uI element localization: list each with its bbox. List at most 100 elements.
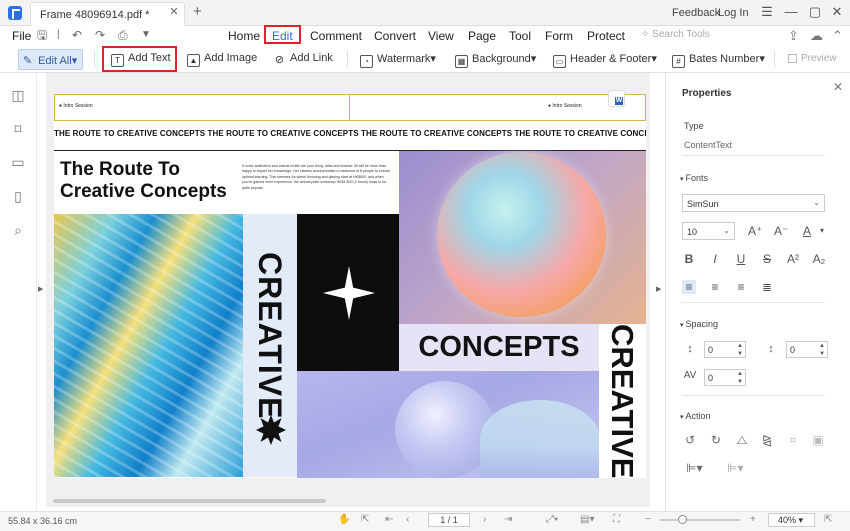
rotate-left-icon[interactable]: ↺ — [683, 433, 697, 447]
fit-page-icon[interactable]: ⤢▾ — [546, 514, 558, 525]
quick-access-dropdown-icon[interactable]: ▼ — [141, 28, 151, 42]
feedback-link[interactable]: Feedback — [672, 7, 720, 19]
menu-home[interactable]: Home — [228, 29, 260, 43]
bates-number-button[interactable]: # Bates Number▾ — [672, 52, 765, 68]
collapse-panel-icon[interactable]: ⇱ — [824, 514, 832, 525]
spacing-section-header[interactable]: Spacing — [680, 319, 718, 329]
maximize-icon[interactable]: ▢ — [808, 5, 822, 19]
previous-page-icon[interactable]: ‹ — [406, 514, 409, 525]
align-right-icon[interactable]: ≡ — [734, 280, 748, 294]
concepts-text[interactable]: CONCEPTS — [399, 324, 599, 371]
bold-icon[interactable]: B — [682, 252, 696, 266]
document-tab[interactable]: Frame 48096914.pdf * — [30, 2, 185, 26]
cloud-icon[interactable]: ☁ — [810, 28, 823, 44]
zoom-level-select[interactable]: 40% ▾ — [768, 513, 815, 527]
fonts-section-header[interactable]: Fonts — [680, 173, 708, 183]
horizontal-scrollbar[interactable] — [53, 499, 326, 503]
strikethrough-icon[interactable]: S — [760, 252, 774, 266]
stepper-arrows-icon[interactable]: ▲ ▼ — [737, 370, 743, 386]
bookmark-icon[interactable]: ⌑ — [10, 121, 26, 137]
increase-font-icon[interactable]: A⁺ — [748, 224, 762, 238]
italic-icon[interactable]: I — [708, 252, 722, 266]
menu-protect[interactable]: Protect — [587, 29, 625, 43]
line-spacing-stepper[interactable]: 0 ▲ ▼ — [704, 341, 746, 358]
add-link-button[interactable]: ⊘ Add Link — [273, 52, 333, 68]
menu-form[interactable]: Form — [545, 29, 573, 43]
marquee-text[interactable]: THE ROUTE TO CREATIVE CONCEPTS THE ROUTE… — [54, 129, 646, 143]
search-icon[interactable]: ⌕ — [10, 222, 26, 238]
preview-checkbox[interactable] — [788, 54, 797, 63]
menu-tool[interactable]: Tool — [509, 29, 531, 43]
menu-view[interactable]: View — [428, 29, 454, 43]
menu-page[interactable]: Page — [468, 29, 496, 43]
attachment-icon[interactable]: ▯ — [10, 188, 26, 204]
flip-horizontal-icon[interactable]: ⧍ — [735, 433, 749, 448]
menu-file[interactable]: File — [12, 29, 31, 43]
login-link[interactable]: Log In — [718, 7, 749, 19]
font-color-icon[interactable]: A — [800, 224, 814, 238]
page-title[interactable]: The Route To Creative Concepts — [60, 159, 240, 203]
minimize-icon[interactable]: — — [784, 5, 798, 19]
subscript-icon[interactable]: A₂ — [812, 252, 826, 266]
close-icon[interactable]: ✕ — [833, 80, 843, 94]
decrease-font-icon[interactable]: A⁻ — [774, 224, 788, 238]
replace-icon[interactable]: ▣ — [811, 433, 825, 447]
save-icon[interactable]: 🖫 — [37, 28, 47, 42]
hand-tool-icon[interactable]: ✋ — [338, 514, 350, 525]
zoom-slider[interactable] — [660, 519, 740, 521]
plus-icon[interactable]: + — [193, 3, 202, 20]
zoom-slider-handle[interactable] — [678, 515, 687, 524]
superscript-icon[interactable]: A² — [786, 252, 800, 266]
convert-to-word-icon[interactable] — [608, 90, 625, 107]
zoom-in-icon[interactable]: + — [750, 514, 756, 525]
edit-all-button[interactable]: ✎ Edit All▾ — [18, 49, 83, 70]
underline-icon[interactable]: U — [734, 252, 748, 266]
menu-icon[interactable]: ☰ — [760, 5, 774, 19]
menu-convert[interactable]: Convert — [374, 29, 416, 43]
close-icon[interactable]: ✕ — [168, 6, 180, 18]
action-section-header[interactable]: Action — [680, 411, 710, 421]
undo-icon[interactable]: ↶ — [72, 28, 82, 42]
font-family-select[interactable]: SimSun ⌄ — [682, 194, 825, 212]
expand-icon[interactable]: ⌃ — [832, 28, 843, 44]
align-objects-icon[interactable]: ⊫▾ — [686, 461, 702, 475]
menu-comment[interactable]: Comment — [310, 29, 362, 43]
close-window-icon[interactable]: ✕ — [830, 5, 844, 19]
align-center-icon[interactable]: ≡ — [708, 280, 722, 294]
stepper-arrows-icon[interactable]: ▲ ▼ — [737, 342, 743, 358]
next-page-icon[interactable]: › — [483, 514, 486, 525]
select-tool-icon[interactable]: ⇱ — [361, 514, 369, 525]
background-button[interactable]: ▦ Background▾ — [455, 52, 536, 68]
font-size-select[interactable]: 10 ⌄ — [682, 222, 735, 240]
header-footer-button[interactable]: ▭ Header & Footer▾ — [553, 52, 657, 68]
watermark-button[interactable]: ◔ Watermark▾ — [360, 52, 436, 68]
add-image-button[interactable]: ▲ Add Image — [187, 52, 257, 67]
thumbnails-icon[interactable]: ◫ — [10, 87, 26, 103]
body-paragraph[interactable]: If rustic aesthetics and animal motifs a… — [242, 164, 392, 191]
comment-icon[interactable]: ▭ — [10, 154, 26, 170]
redo-icon[interactable]: ↷ — [95, 28, 105, 42]
flip-vertical-icon[interactable]: ⧎ — [760, 433, 774, 447]
zoom-out-icon[interactable]: − — [645, 514, 651, 525]
share-icon[interactable]: ⇪ — [788, 28, 799, 44]
rotate-right-icon[interactable]: ↻ — [709, 433, 723, 447]
creative-vertical-text-right[interactable]: CREATIVE — [599, 324, 646, 478]
page-number-input[interactable]: 1 / 1 — [428, 513, 470, 527]
last-page-icon[interactable]: ⇥ — [504, 514, 512, 525]
collapse-right-icon[interactable]: ▶ — [656, 285, 661, 293]
first-page-icon[interactable]: ⇤ — [385, 514, 393, 525]
align-left-icon[interactable]: ≡ — [682, 280, 696, 294]
chevron-down-icon[interactable]: ▾ — [815, 224, 829, 238]
print-icon[interactable]: ⎙ — [118, 28, 128, 42]
page-layout-icon[interactable]: ▤▾ — [580, 514, 594, 525]
search-tools-input[interactable]: ✧ Search Tools — [641, 29, 710, 40]
header-right-cell[interactable]: ● Intro Session — [350, 94, 646, 121]
full-screen-icon[interactable]: ⛶ — [613, 514, 620, 525]
creative-vertical-text[interactable]: CREATIVE — [243, 214, 297, 419]
justify-icon[interactable]: ≣ — [760, 280, 774, 294]
character-spacing-stepper[interactable]: 0 ▲ ▼ — [704, 369, 746, 386]
collapse-left-icon[interactable]: ▶ — [38, 285, 43, 293]
crop-icon[interactable]: ⌗ — [786, 433, 800, 448]
paragraph-spacing-stepper[interactable]: 0 ▲ ▼ — [786, 341, 828, 358]
header-left-cell[interactable]: ● Intro Session — [54, 94, 350, 121]
